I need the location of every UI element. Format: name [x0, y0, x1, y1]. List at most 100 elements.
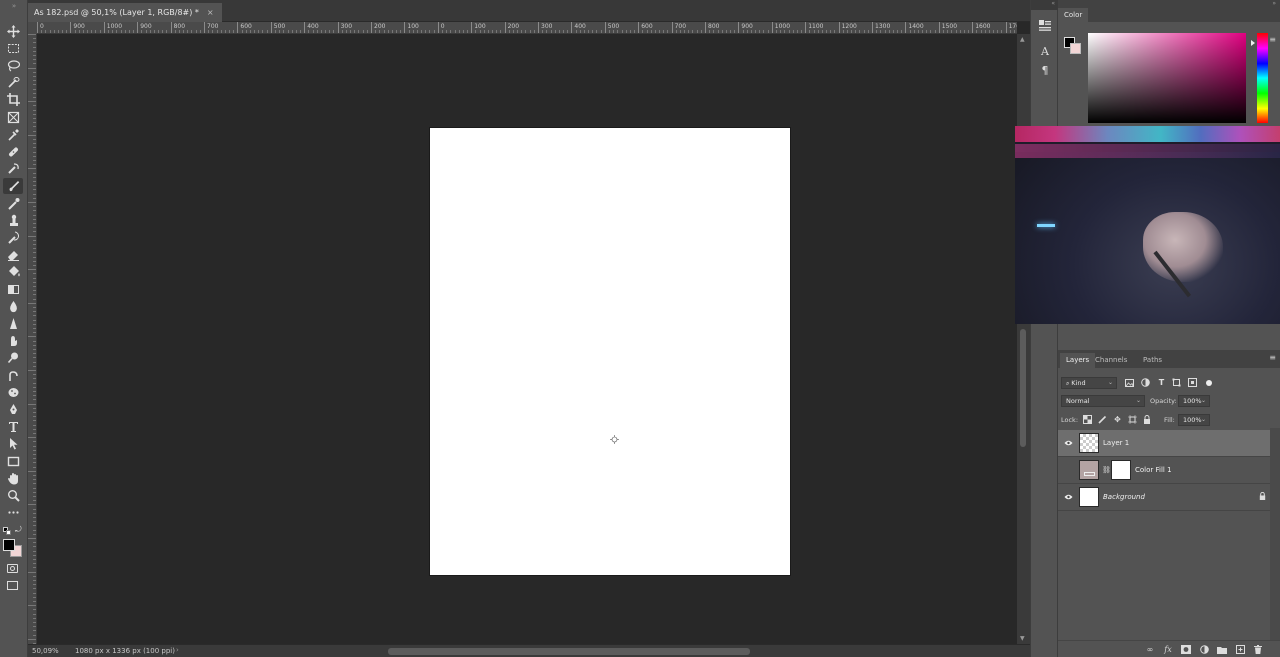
hue-slider[interactable]: [1257, 33, 1268, 123]
default-colors-icon[interactable]: [3, 527, 11, 535]
pen-tool-icon[interactable]: [3, 401, 23, 417]
layers-panel-menu-icon[interactable]: ≡: [1269, 353, 1276, 362]
link-layers-icon[interactable]: ∞: [1144, 644, 1156, 655]
filter-smart-object-icon[interactable]: [1187, 377, 1198, 388]
layer-name[interactable]: Background: [1103, 493, 1145, 501]
smudge-tool-icon[interactable]: [3, 333, 23, 349]
zoom-tool-icon[interactable]: [3, 487, 23, 503]
filter-kind-select[interactable]: ⌕ Kind ⌄: [1061, 377, 1117, 389]
swap-colors-icon[interactable]: ⤾: [15, 525, 22, 535]
properties-icon[interactable]: [1037, 18, 1053, 32]
visibility-eye-icon[interactable]: [1063, 438, 1073, 448]
quick-mask-icon[interactable]: [7, 564, 18, 573]
gradient-tool-icon[interactable]: [3, 281, 23, 297]
horizontal-ruler[interactable]: 0 900 1000 900 800 700 600 500 400 300 200 100 0 100 2…: [37, 22, 1017, 34]
lock-transparent-icon[interactable]: [1082, 414, 1093, 425]
patch-tool-icon[interactable]: [3, 161, 23, 177]
canvas-workspace[interactable]: [37, 34, 1017, 644]
link-chain-icon[interactable]: ⛓: [1102, 466, 1111, 474]
tab-color[interactable]: Color: [1058, 8, 1089, 22]
vertical-ruler[interactable]: [28, 34, 37, 644]
eraser-tool-icon[interactable]: [3, 247, 23, 263]
adjustment-layer-icon[interactable]: [1198, 644, 1210, 655]
zoom-level[interactable]: 50,09%: [32, 647, 59, 655]
filter-pixel-icon[interactable]: [1124, 377, 1135, 388]
blur-tool-icon[interactable]: [3, 298, 23, 314]
toolbar-collapse-icon[interactable]: »: [0, 0, 28, 12]
frame-tool-icon[interactable]: [3, 109, 23, 125]
new-group-icon[interactable]: [1216, 644, 1228, 655]
lock-pixels-icon[interactable]: [1097, 414, 1108, 425]
screen-mode-icon[interactable]: [7, 581, 18, 590]
layer-filter-row: ⌕ Kind ⌄ T: [1058, 374, 1280, 392]
layer-name[interactable]: Color Fill 1: [1135, 466, 1172, 474]
layers-scrollbar[interactable]: [1270, 428, 1280, 640]
tab-channels[interactable]: Channels: [1089, 353, 1133, 368]
opacity-field[interactable]: 100% ⌄: [1178, 395, 1210, 407]
layer-row-background[interactable]: Background: [1058, 484, 1270, 511]
close-icon[interactable]: ×: [207, 3, 214, 22]
sharpen-tool-icon[interactable]: [3, 315, 23, 331]
panel-menu-icon[interactable]: ≡: [1269, 35, 1276, 44]
crop-tool-icon[interactable]: [3, 92, 23, 108]
add-mask-icon[interactable]: [1180, 644, 1192, 655]
lock-artboard-icon[interactable]: [1127, 414, 1138, 425]
mixer-brush-tool-icon[interactable]: [3, 195, 23, 211]
ruler-minor-tick: [28, 504, 36, 506]
paint-bucket-tool-icon[interactable]: [3, 264, 23, 280]
paragraph-icon[interactable]: ¶: [1037, 63, 1053, 77]
scroll-up-icon[interactable]: ▲: [1020, 36, 1025, 43]
hand-tool-icon[interactable]: [3, 470, 23, 486]
document-tab[interactable]: As 182.psd @ 50,1% (Layer 1, RGB/8#) * ×: [28, 3, 222, 22]
collapse-panel-icon[interactable]: »: [1272, 0, 1276, 7]
dodge-tool-icon[interactable]: [3, 350, 23, 366]
horizontal-scroll-thumb[interactable]: [388, 648, 750, 655]
filter-shape-icon[interactable]: [1171, 377, 1182, 388]
lock-position-icon[interactable]: ✥: [1112, 414, 1123, 425]
filter-adjustment-icon[interactable]: [1140, 377, 1151, 388]
rectangle-tool-icon[interactable]: [3, 453, 23, 469]
scroll-down-icon[interactable]: ▼: [1020, 635, 1025, 642]
new-layer-icon[interactable]: [1234, 644, 1246, 655]
move-tool-icon[interactable]: [3, 23, 23, 39]
document-canvas[interactable]: [429, 127, 791, 576]
clone-stamp-tool-icon[interactable]: [3, 212, 23, 228]
marquee-tool-icon[interactable]: [3, 40, 23, 56]
status-menu-arrow-icon[interactable]: ›: [176, 646, 179, 654]
more-tools-icon[interactable]: [3, 505, 23, 521]
ruler-minor-tick: [646, 30, 648, 33]
layer-style-icon[interactable]: fx: [1162, 644, 1174, 655]
delete-layer-icon[interactable]: [1252, 644, 1264, 655]
blend-mode-select[interactable]: Normal ⌄: [1061, 395, 1145, 407]
visibility-eye-icon[interactable]: [1063, 492, 1073, 502]
tab-paths[interactable]: Paths: [1137, 353, 1168, 368]
layer-name[interactable]: Layer 1: [1103, 439, 1129, 447]
color-panel-background-swatch[interactable]: [1070, 43, 1081, 54]
lock-all-icon[interactable]: [1141, 414, 1152, 425]
ruler-origin[interactable]: [28, 22, 37, 34]
foreground-color-swatch[interactable]: [3, 539, 15, 551]
layer-mask-thumbnail[interactable]: [1111, 460, 1131, 480]
filter-toggle-icon[interactable]: [1203, 377, 1214, 388]
collapse-panels-icon[interactable]: «: [1031, 0, 1059, 10]
vertical-scroll-thumb[interactable]: [1020, 329, 1026, 447]
lasso-tool-icon[interactable]: [3, 57, 23, 73]
filter-type-icon[interactable]: T: [1156, 377, 1167, 388]
history-brush-tool-icon[interactable]: [3, 229, 23, 245]
layer-row-layer-1[interactable]: Layer 1: [1058, 430, 1270, 457]
visibility-off-icon[interactable]: [1063, 465, 1073, 475]
color-saturation-field[interactable]: [1088, 33, 1246, 123]
ruler-tick-label: 500: [273, 23, 286, 30]
path-select-tool-icon[interactable]: [3, 436, 23, 452]
quick-select-tool-icon[interactable]: [3, 75, 23, 91]
healing-brush-tool-icon[interactable]: [3, 143, 23, 159]
fill-field[interactable]: 100% ⌄: [1178, 414, 1210, 426]
character-icon[interactable]: A: [1037, 44, 1053, 58]
brush-tool-icon[interactable]: [3, 177, 23, 194]
sponge-tool-icon[interactable]: [3, 384, 23, 400]
layer-row-color-fill-1[interactable]: ⛓ Color Fill 1: [1058, 457, 1270, 484]
type-tool-icon[interactable]: [3, 419, 23, 435]
ruler-minor-tick: [383, 30, 385, 33]
burn-tool-icon[interactable]: [3, 367, 23, 383]
eyedropper-tool-icon[interactable]: [3, 126, 23, 142]
